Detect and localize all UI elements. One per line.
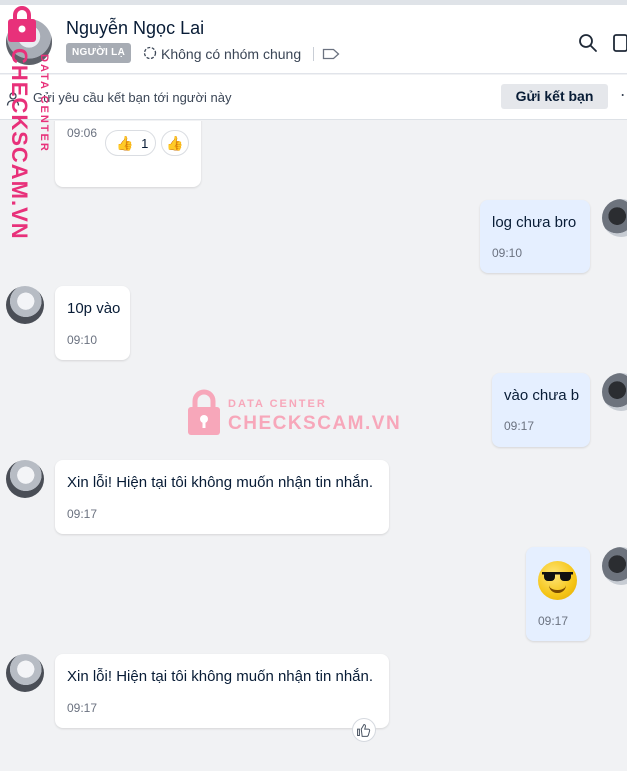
- sunglasses-shape: [542, 572, 573, 581]
- sunglasses-emoji: [538, 561, 577, 600]
- message-bubble-received[interactable]: 10p vào 09:10: [55, 286, 130, 360]
- lock-icon: [188, 389, 220, 435]
- more-options-icon[interactable]: ⋯: [620, 85, 627, 105]
- header-divider: [313, 47, 314, 61]
- message-time: 09:17: [538, 614, 569, 628]
- message-time: 09:17: [67, 507, 98, 521]
- like-icon[interactable]: [352, 718, 376, 742]
- lock-icon: [8, 6, 36, 42]
- common-groups-status[interactable]: Không có nhóm chung: [161, 46, 301, 62]
- watermark-subtitle: DATA CENTER: [228, 398, 327, 410]
- message-time: 09:10: [492, 246, 523, 260]
- my-avatar[interactable]: [602, 547, 627, 585]
- message-bubble-sent[interactable]: log chưa bro 09:10: [480, 200, 590, 273]
- my-avatar[interactable]: [602, 199, 627, 237]
- sidebar-toggle-icon[interactable]: [612, 33, 627, 53]
- friend-request-bar: Gửi yêu cầu kết bạn tới người này Gửi kế…: [0, 75, 627, 120]
- message-time: 09:10: [67, 333, 98, 347]
- stranger-badge: NGƯỜI LẠ: [66, 43, 132, 63]
- message-bubble-received[interactable]: 09:06 👍 1 👍: [55, 121, 201, 187]
- message-text: Xin lỗi! Hiện tại tôi không muốn nhận ti…: [67, 474, 374, 491]
- message-bubble-received[interactable]: Xin lỗi! Hiện tại tôi không muốn nhận ti…: [55, 460, 389, 534]
- side-logo-title: CHECKSCAM.VN: [7, 48, 32, 240]
- message-text: Xin lỗi! Hiện tại tôi không muốn nhận ti…: [67, 668, 374, 685]
- watermark: DATA CENTER CHECKSCAM.VN: [186, 388, 406, 438]
- react-button[interactable]: 👍: [161, 130, 189, 156]
- thumbs-up-icon: 👍: [116, 135, 134, 151]
- thumbs-up-icon: 👍: [166, 135, 184, 151]
- group-icon: [143, 46, 157, 60]
- reaction-summary[interactable]: 👍 1: [105, 130, 156, 156]
- contact-avatar[interactable]: [6, 460, 44, 498]
- message-text: vào chưa b: [504, 387, 580, 404]
- contact-avatar[interactable]: [6, 654, 44, 692]
- message-text: log chưa bro: [492, 214, 577, 231]
- message-bubble-sent[interactable]: vào chưa b 09:17: [492, 373, 590, 447]
- friend-request-text: Gửi yêu cầu kết bạn tới người này: [33, 90, 232, 105]
- my-avatar[interactable]: [602, 373, 627, 411]
- watermark-title: CHECKSCAM.VN: [228, 413, 402, 434]
- search-icon[interactable]: [578, 33, 598, 53]
- message-text: 10p vào: [67, 300, 121, 317]
- contact-name[interactable]: Nguyễn Ngọc Lai: [66, 18, 204, 39]
- side-logo-subtitle: DATA CENTER: [38, 54, 50, 153]
- message-list[interactable]: 09:06 👍 1 👍 log chưa bro 09:10 10p vào 0…: [0, 121, 627, 771]
- message-time: 09:17: [67, 701, 98, 715]
- tag-icon[interactable]: [322, 47, 340, 61]
- smile-shape: [549, 585, 566, 593]
- message-bubble-received[interactable]: Xin lỗi! Hiện tại tôi không muốn nhận ti…: [55, 654, 389, 728]
- reaction-count: 1: [141, 136, 149, 151]
- message-time: 09:06: [67, 126, 98, 140]
- chat-header: Nguyễn Ngọc Lai NGƯỜI LẠ Không có nhóm c…: [0, 5, 627, 74]
- contact-avatar[interactable]: [6, 286, 44, 324]
- send-friend-request-button[interactable]: Gửi kết bạn: [501, 84, 608, 109]
- message-time: 09:17: [504, 419, 535, 433]
- side-logo-watermark: CHECKSCAM.VN DATA CENTER: [0, 0, 60, 260]
